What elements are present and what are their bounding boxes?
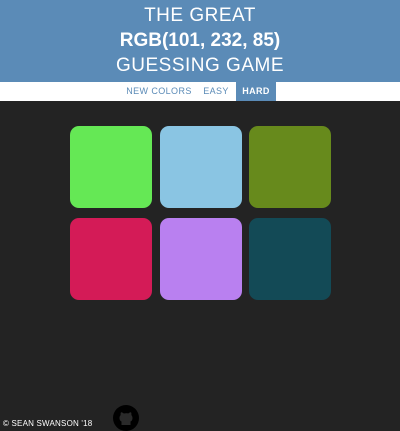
target-color-display: RGB(101, 232, 85) — [119, 30, 281, 51]
github-icon[interactable] — [113, 405, 139, 431]
easy-mode-button[interactable]: EASY — [198, 82, 234, 101]
header: THE GREAT RGB(101, 232, 85) GUESSING GAM… — [0, 0, 400, 82]
color-square[interactable] — [70, 218, 152, 300]
new-colors-button[interactable]: NEW COLORS — [122, 82, 196, 101]
copyright-text: © SEAN SWANSON '18 — [3, 419, 93, 428]
color-square[interactable] — [160, 126, 242, 208]
color-square[interactable] — [160, 218, 242, 300]
hard-mode-button[interactable]: HARD — [236, 82, 276, 101]
color-square[interactable] — [249, 126, 331, 208]
controls-bar: NEW COLORS EASY HARD — [0, 82, 400, 101]
color-square[interactable] — [70, 126, 152, 208]
title-line-1: THE GREAT — [144, 5, 256, 26]
color-square[interactable] — [249, 218, 331, 300]
title-line-3: GUESSING GAME — [115, 55, 285, 76]
